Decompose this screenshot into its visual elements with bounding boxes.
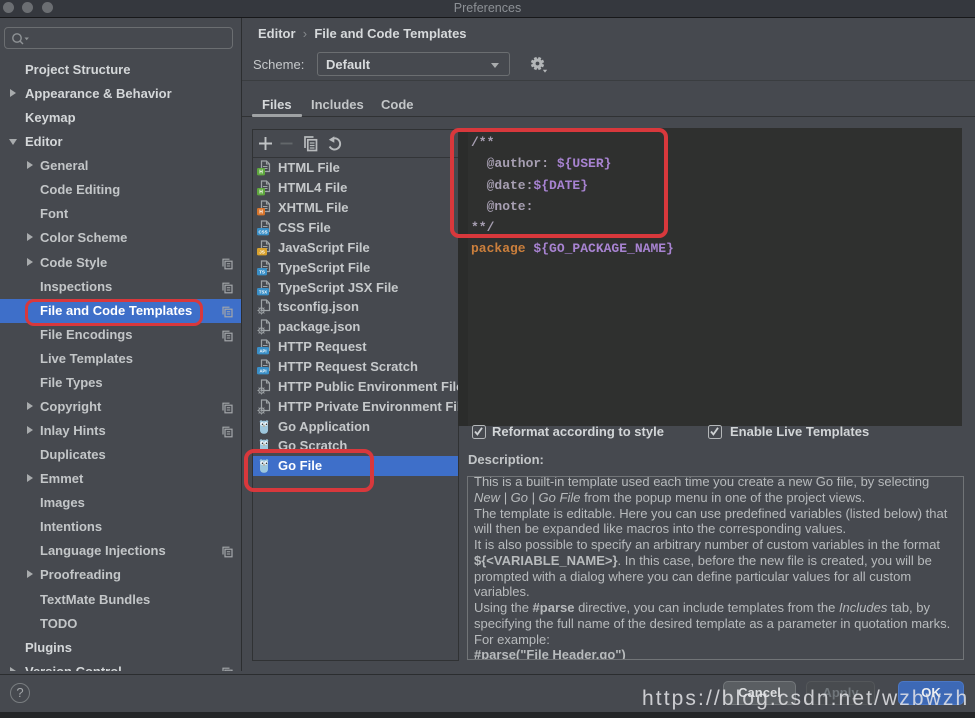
svg-text:H: H — [259, 210, 263, 216]
svg-text:TSX: TSX — [259, 290, 267, 295]
svg-text:CSS: CSS — [258, 230, 267, 235]
svg-text:API: API — [260, 349, 267, 354]
svg-text:JS: JS — [259, 250, 265, 255]
svg-text:TS: TS — [259, 270, 265, 275]
svg-text:H: H — [259, 170, 263, 176]
svg-text:API: API — [260, 369, 267, 374]
svg-text:H: H — [259, 190, 263, 196]
